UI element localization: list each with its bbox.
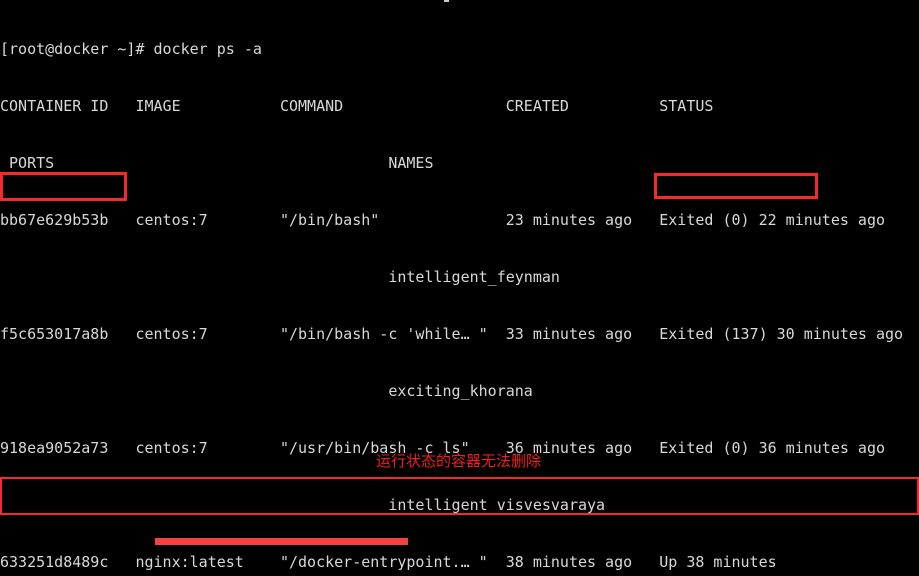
table-row-names: intelligent_visvesvaraya (0, 496, 606, 514)
table-row-names: intelligent_feynman (0, 268, 560, 286)
annotation-chinese-note: 运行状态的容器无法删除 (376, 452, 542, 470)
terminal-line-table-header-cont: PORTS NAMES (0, 154, 434, 172)
terminal-window[interactable]: [root@docker ~]# docker ps -a CONTAINER … (0, 0, 919, 576)
table-row: bb67e629b53b centos:7 "/bin/bash" 23 min… (0, 211, 886, 229)
table-row-names: exciting_khorana (0, 382, 533, 400)
terminal-line-command-ps: [root@docker ~]# docker ps -a (0, 40, 262, 58)
terminal-line-table-header: CONTAINER ID IMAGE COMMAND CREATED STATU… (0, 97, 714, 115)
terminal-output: [root@docker ~]# docker ps -a CONTAINER … (0, 2, 919, 576)
table-row: f5c653017a8b centos:7 "/bin/bash -c 'whi… (0, 325, 904, 343)
table-row-running-nginx: 633251d8489c nginx:latest "/docker-entry… (0, 553, 777, 571)
